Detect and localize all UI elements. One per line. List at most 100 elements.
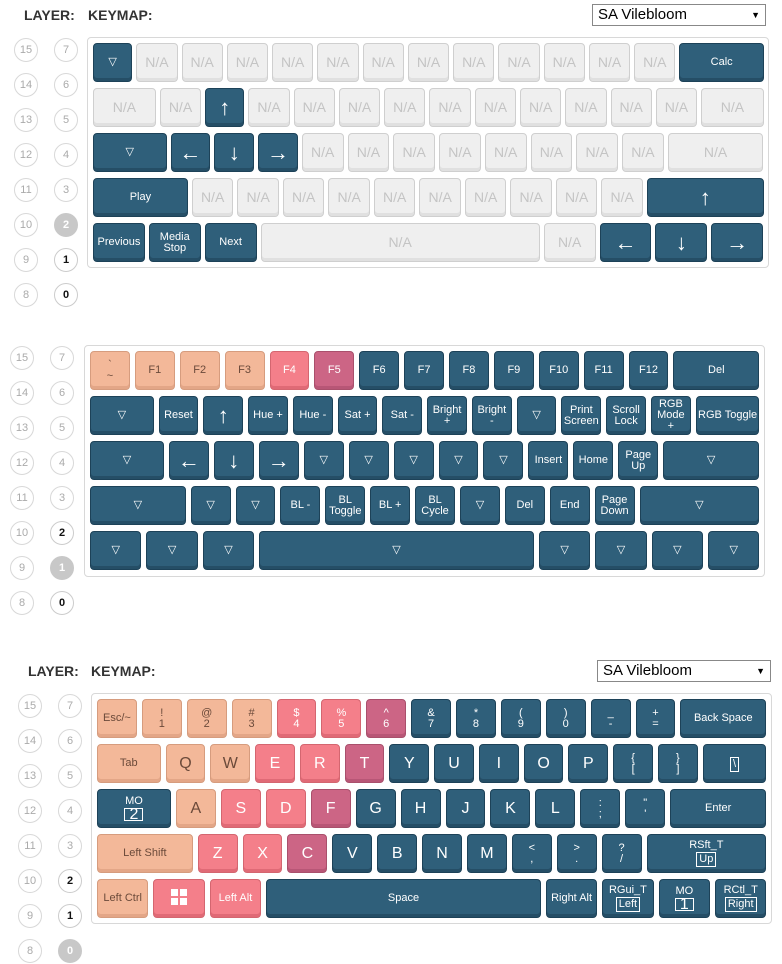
layer-button-7[interactable]: 7	[50, 346, 74, 370]
key-arrow-up-icon[interactable]: ↑	[205, 88, 245, 127]
key-esc[interactable]: Esc/~	[97, 699, 137, 738]
key-not-available[interactable]: N/A	[226, 43, 269, 82]
key-not-available[interactable]: N/A	[601, 178, 643, 217]
key-not-available[interactable]: N/A	[347, 133, 390, 172]
key-arrow-up-icon[interactable]: ↑	[203, 396, 244, 435]
key-f[interactable]: F	[310, 789, 351, 828]
key-reset[interactable]: Reset	[158, 396, 199, 435]
key-rgui-t-left[interactable]: RGui_T Left	[602, 879, 654, 918]
key-f2[interactable]: F2	[179, 351, 220, 390]
key-hue[interactable]: Hue -	[292, 396, 333, 435]
layer-button-9[interactable]: 9	[10, 556, 34, 580]
transparent-key[interactable]: ▽	[93, 43, 133, 82]
key-c[interactable]: C	[287, 834, 328, 873]
key-bright[interactable]: Bright +	[427, 396, 467, 435]
key-arrow-down-icon[interactable]: ↓	[213, 441, 254, 480]
key-not-available[interactable]: N/A	[543, 223, 596, 262]
transparent-key[interactable]: ▽	[483, 441, 524, 480]
key-sat[interactable]: Sat -	[382, 396, 423, 435]
key-f12[interactable]: F12	[628, 351, 669, 390]
key-arrow-right-icon[interactable]: →	[258, 133, 298, 172]
key-f3[interactable]: F3	[224, 351, 265, 390]
key-0[interactable]: ) 0	[545, 699, 586, 738]
transparent-key[interactable]: ▽	[459, 486, 500, 525]
transparent-key[interactable]: ▽	[235, 486, 276, 525]
key-enter[interactable]: Enter	[670, 789, 767, 828]
key-z[interactable]: Z	[197, 834, 238, 873]
transparent-key[interactable]: ▽	[90, 486, 186, 525]
key-f9[interactable]: F9	[493, 351, 534, 390]
key-symbol[interactable]: >.	[556, 834, 597, 873]
key-left-shift[interactable]: Left Shift	[97, 834, 193, 873]
key-bl[interactable]: BL -	[280, 486, 321, 525]
key-not-available[interactable]: N/A	[373, 178, 416, 217]
key-not-available[interactable]: N/A	[136, 43, 178, 82]
key-symbol[interactable]: ` ~	[90, 351, 130, 390]
key-not-available[interactable]: N/A	[530, 133, 573, 172]
transparent-key[interactable]: ▽	[348, 441, 389, 480]
key-previous[interactable]: Previous	[93, 223, 145, 262]
key-e[interactable]: E	[255, 744, 295, 783]
key-f6[interactable]: F6	[359, 351, 400, 390]
key-not-available[interactable]: N/A	[317, 43, 359, 82]
key-not-available[interactable]: N/A	[429, 88, 471, 127]
key-not-available[interactable]: N/A	[328, 178, 370, 217]
key-not-available[interactable]: N/A	[93, 88, 156, 127]
key-not-available[interactable]: N/A	[282, 178, 325, 217]
layer-button-1[interactable]: 1	[58, 904, 82, 928]
key-g[interactable]: G	[355, 789, 396, 828]
key-not-available[interactable]: N/A	[464, 178, 507, 217]
key-arrow-left-icon[interactable]: ←	[168, 441, 209, 480]
key-7[interactable]: & 7	[411, 699, 452, 738]
layer-button-14[interactable]: 14	[10, 381, 34, 405]
layer-button-4[interactable]: 4	[50, 451, 74, 475]
key-mo-1[interactable]: MO 1	[658, 879, 711, 918]
layer-button-12[interactable]: 12	[18, 799, 42, 823]
key-not-available[interactable]: N/A	[419, 178, 461, 217]
key-mo-2[interactable]: MO 2	[97, 789, 171, 828]
layer-button-11[interactable]: 11	[10, 486, 34, 510]
key-symbol[interactable]: {[	[613, 744, 653, 783]
key-not-available[interactable]: N/A	[576, 133, 619, 172]
key-not-available[interactable]: N/A	[622, 133, 664, 172]
key-m[interactable]: M	[466, 834, 507, 873]
key-rgb-toggle[interactable]: RGB Toggle	[695, 396, 760, 435]
key-not-available[interactable]: N/A	[543, 43, 585, 82]
layer-button-13[interactable]: 13	[10, 416, 34, 440]
key-u[interactable]: U	[434, 744, 474, 783]
key-not-available[interactable]: N/A	[588, 43, 631, 82]
key-insert[interactable]: Insert	[528, 441, 569, 480]
transparent-key[interactable]: ▽	[538, 531, 591, 570]
key-not-available[interactable]: N/A	[519, 88, 562, 127]
layer-button-0[interactable]: 0	[58, 939, 82, 963]
key-d[interactable]: D	[265, 789, 306, 828]
key-not-available[interactable]: N/A	[293, 88, 335, 127]
key-not-available[interactable]: N/A	[439, 133, 481, 172]
key-sat[interactable]: Sat +	[337, 396, 378, 435]
key-symbol[interactable]: :;	[580, 789, 621, 828]
layer-button-14[interactable]: 14	[18, 729, 42, 753]
key-not-available[interactable]: N/A	[191, 178, 234, 217]
key-s[interactable]: S	[220, 789, 261, 828]
key-play[interactable]: Play	[93, 178, 188, 217]
key-bright[interactable]: Bright -	[471, 396, 512, 435]
layer-button-8[interactable]: 8	[14, 283, 38, 307]
layer-button-3[interactable]: 3	[54, 178, 78, 202]
layer-button-0[interactable]: 0	[54, 283, 78, 307]
key-f11[interactable]: F11	[583, 351, 624, 390]
key-l[interactable]: L	[535, 789, 576, 828]
transparent-key[interactable]: ▽	[93, 133, 167, 172]
layer-button-8[interactable]: 8	[10, 591, 34, 615]
key-not-available[interactable]: N/A	[301, 133, 344, 172]
key-f8[interactable]: F8	[449, 351, 489, 390]
key-del[interactable]: Del	[673, 351, 760, 390]
key-3[interactable]: #3	[231, 699, 272, 738]
key-calc[interactable]: Calc	[679, 43, 764, 82]
key-not-available[interactable]: N/A	[453, 43, 495, 82]
layer-button-2[interactable]: 2	[58, 869, 82, 893]
key-bl[interactable]: BL +	[370, 486, 411, 525]
key-not-available[interactable]: N/A	[393, 133, 436, 172]
key-8[interactable]: * 8	[456, 699, 496, 738]
key-6[interactable]: ^ 6	[366, 699, 407, 738]
key-5[interactable]: % 5	[321, 699, 362, 738]
